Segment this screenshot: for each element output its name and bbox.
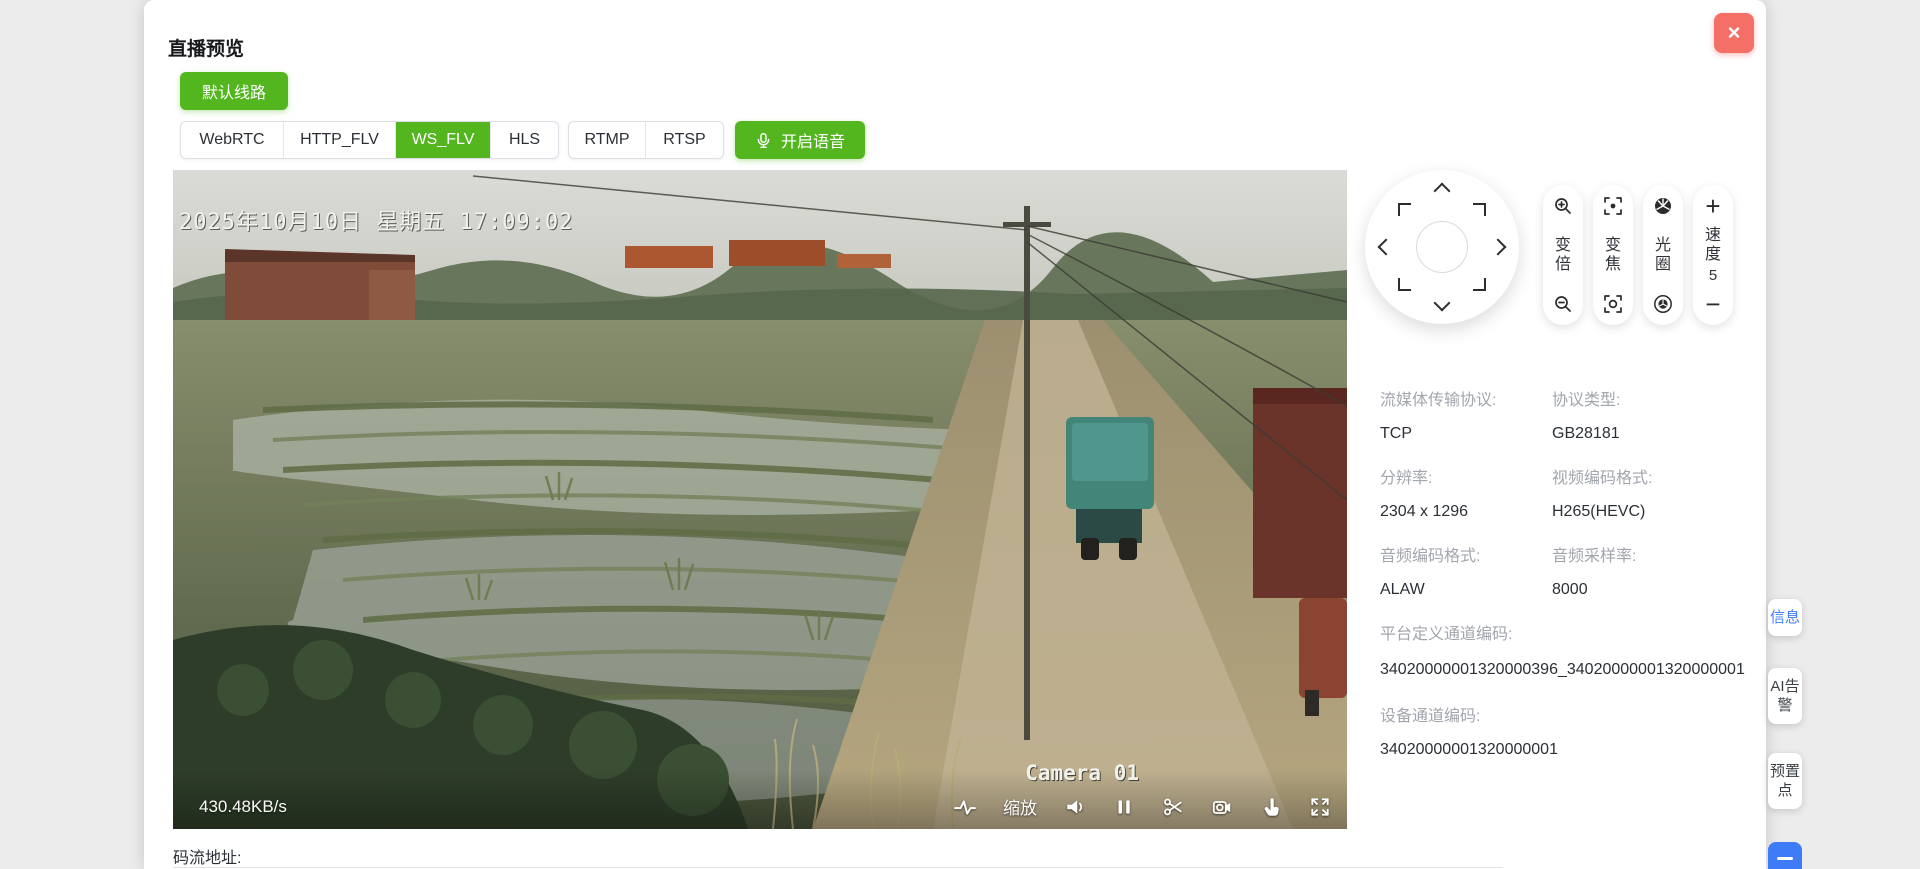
speed-plus-button[interactable]: + xyxy=(1705,196,1720,216)
ptz-up-arrow[interactable] xyxy=(1434,183,1451,200)
ptz-down-right-arrow[interactable] xyxy=(1473,278,1486,291)
info-label: 音频采样率: xyxy=(1552,538,1745,577)
close-icon: × xyxy=(1728,20,1741,46)
default-line-label: 默认线路 xyxy=(202,79,266,103)
info-value: H265(HEVC) xyxy=(1552,499,1745,538)
stream-address-divider xyxy=(173,867,1503,868)
platform-channel-value: 34020000001320000396_3402000000132000000… xyxy=(1380,655,1745,698)
side-tab-info[interactable]: 信息 xyxy=(1768,599,1802,636)
ptz-up-right-arrow[interactable] xyxy=(1473,203,1486,216)
side-tab-preset[interactable]: 预置点 xyxy=(1768,753,1802,809)
ptz-up-left-arrow[interactable] xyxy=(1398,203,1411,216)
osd-timestamp: 2025年10月10日 星期五 17:09:02 xyxy=(179,204,573,236)
info-value: ALAW xyxy=(1380,577,1552,616)
ptz-pad xyxy=(1365,170,1519,324)
microphone-icon xyxy=(755,132,772,149)
side-tab-info-label: 信息 xyxy=(1769,608,1801,627)
enable-voice-button[interactable]: 开启语音 xyxy=(735,121,865,159)
protocol-tab-group-1: WebRTC HTTP_FLV WS_FLV HLS xyxy=(180,121,559,159)
live-preview-modal: 直播预览 × 默认线路 WebRTC HTTP_FLV WS_FLV HLS R… xyxy=(144,0,1766,869)
info-value: TCP xyxy=(1380,421,1552,460)
player-control-bar: 缩放 xyxy=(954,794,1331,819)
tab-rtmp[interactable]: RTMP xyxy=(569,122,646,158)
default-line-button[interactable]: 默认线路 xyxy=(180,72,288,110)
info-label: 流媒体传输协议: xyxy=(1380,382,1552,421)
tab-webrtc[interactable]: WebRTC xyxy=(181,122,284,158)
info-label: 分辨率: xyxy=(1380,460,1552,499)
focus-near-icon[interactable] xyxy=(1603,196,1623,216)
info-label: 音频编码格式: xyxy=(1380,538,1552,577)
protocol-tab-group-2: RTMP RTSP xyxy=(568,121,724,159)
volume-icon[interactable] xyxy=(1064,796,1086,818)
tab-http-flv[interactable]: HTTP_FLV xyxy=(284,122,396,158)
record-icon[interactable] xyxy=(1211,796,1233,818)
zoom-out-icon[interactable] xyxy=(1553,294,1573,314)
speed-value: 5 xyxy=(1709,267,1717,284)
info-value: 2304 x 1296 xyxy=(1380,499,1552,538)
zoom-pill-label: 变倍 xyxy=(1554,236,1572,274)
device-channel-value: 34020000001320000001 xyxy=(1380,737,1745,776)
fullscreen-icon[interactable] xyxy=(1309,796,1331,818)
side-tab-collapsed-blue[interactable] xyxy=(1768,842,1802,869)
video-player-surface[interactable]: 2025年10月10日 星期五 17:09:02 430.48KB/s Came… xyxy=(173,170,1347,829)
focus-far-icon[interactable] xyxy=(1603,294,1623,314)
info-value: 8000 xyxy=(1552,577,1745,616)
zoom-pill: 变倍 xyxy=(1543,185,1583,325)
ptz-right-arrow[interactable] xyxy=(1490,239,1507,256)
focus-pill: 变焦 xyxy=(1593,185,1633,325)
focus-pill-label: 变焦 xyxy=(1604,236,1622,274)
enable-voice-label: 开启语音 xyxy=(781,128,845,152)
dash-icon xyxy=(1777,857,1793,860)
tab-ws-flv[interactable]: WS_FLV xyxy=(396,122,491,158)
snapshot-scissors-icon[interactable] xyxy=(1162,796,1184,818)
info-label: 视频编码格式: xyxy=(1552,460,1745,499)
iris-pill: 光圈 xyxy=(1643,185,1683,325)
info-value: GB28181 xyxy=(1552,421,1745,460)
pause-button[interactable] xyxy=(1113,796,1135,818)
zoom-in-icon[interactable] xyxy=(1553,196,1573,216)
side-tab-ai-alarm[interactable]: AI告警 xyxy=(1768,668,1802,724)
osd-camera-label: Camera 01 xyxy=(1025,761,1139,785)
speed-minus-button[interactable]: − xyxy=(1705,294,1720,314)
platform-channel-label: 平台定义通道编码: xyxy=(1380,616,1745,655)
tab-rtsp[interactable]: RTSP xyxy=(646,122,723,158)
side-tab-preset-label: 预置点 xyxy=(1769,762,1801,800)
speed-pill-label: 速度 xyxy=(1704,226,1722,264)
info-label: 协议类型: xyxy=(1552,382,1745,421)
ptz-down-arrow[interactable] xyxy=(1434,295,1451,312)
tab-hls[interactable]: HLS xyxy=(491,122,558,158)
iris-open-icon[interactable] xyxy=(1653,196,1673,216)
ptz-left-arrow[interactable] xyxy=(1378,239,1395,256)
device-channel-label: 设备通道编码: xyxy=(1380,698,1745,737)
ptz-down-left-arrow[interactable] xyxy=(1398,278,1411,291)
speed-pill: + 速度 5 − xyxy=(1693,185,1733,325)
osd-bitrate: 430.48KB/s xyxy=(199,797,287,817)
stream-info-panel: 流媒体传输协议: 协议类型: TCP GB28181 分辨率: 视频编码格式: … xyxy=(1380,382,1740,776)
side-tab-ai-alarm-label: AI告警 xyxy=(1769,677,1801,715)
ptz-center-knob[interactable] xyxy=(1416,221,1468,273)
zoom-button[interactable]: 缩放 xyxy=(1003,794,1037,819)
stream-stats-icon[interactable] xyxy=(954,796,976,818)
stream-address-label: 码流地址: xyxy=(173,844,241,868)
close-button[interactable]: × xyxy=(1714,13,1754,53)
page-title: 直播预览 xyxy=(168,34,244,61)
page: { "colors": { "accent_green": "#53b61f",… xyxy=(0,0,1920,869)
iris-pill-label: 光圈 xyxy=(1654,236,1672,274)
iris-close-icon[interactable] xyxy=(1653,294,1673,314)
ptz-drag-hand-icon[interactable] xyxy=(1260,796,1282,818)
video-scene xyxy=(173,170,1347,829)
